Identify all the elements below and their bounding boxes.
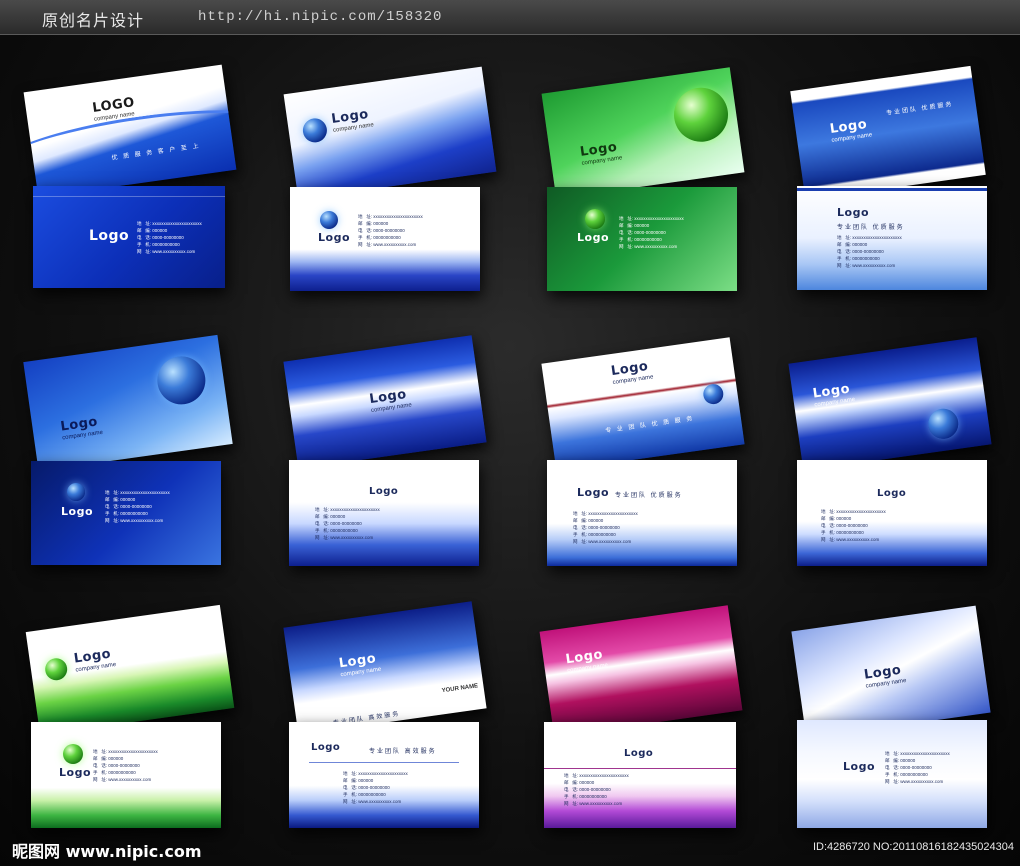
card-back: Logo 地 址: xxxxxxxxxxxxxxxxxxxxxx 邮 编: 00… bbox=[290, 187, 480, 291]
logo-text: Logo bbox=[843, 760, 875, 773]
card-front: Logo company name YOUR NAME 专业团队 高效服务 bbox=[283, 601, 487, 735]
card-front: Logo company name 专 业 团 队 优 质 服 务 bbox=[541, 337, 745, 471]
site-watermark: 昵图网 www.nipic.com bbox=[12, 842, 202, 861]
logo-text: Logo bbox=[877, 488, 907, 499]
logo-text: Logo bbox=[59, 766, 91, 779]
slogan: 专 业 团 队 优 质 服 务 bbox=[605, 416, 695, 435]
contact-info: 地 址: xxxxxxxxxxxxxxxxxxxxxx 邮 编: 000000 … bbox=[93, 749, 158, 782]
globe-icon bbox=[43, 656, 69, 682]
card-front: Logo company name bbox=[539, 605, 743, 737]
slogan: 专业团队 优质服务 bbox=[615, 493, 683, 499]
card-back: Logo 地 址: xxxxxxxxxxxxxxxxxxxxxx 邮 编: 00… bbox=[544, 722, 736, 828]
logo-text: Logo bbox=[369, 486, 399, 497]
contact-info: 地 址: xxxxxxxxxxxxxxxxxxxxxx 邮 编: 000000 … bbox=[885, 751, 950, 784]
logo-text: Logo bbox=[311, 742, 341, 753]
your-name: YOUR NAME bbox=[441, 683, 479, 695]
logo-text: Logo bbox=[61, 505, 93, 518]
page-title: 原创名片设计 bbox=[42, 11, 145, 30]
card-back: Logo 专业团队 优质服务 地 址: xxxxxxxxxxxxxxxxxxxx… bbox=[797, 186, 987, 290]
top-bar: 原创名片设计 http://hi.nipic.com/158320 bbox=[0, 0, 1020, 35]
card-front: Logo company name bbox=[788, 337, 992, 471]
contact-info: 地 址: xxxxxxxxxxxxxxxxxxxxxx 邮 编: 000000 … bbox=[358, 214, 423, 247]
decor-line bbox=[544, 768, 736, 769]
logo-text: Logo bbox=[837, 206, 869, 219]
decor-line bbox=[309, 762, 459, 763]
card-back: Logo 地 址: xxxxxxxxxxxxxxxxxxxxxx 邮 编: 00… bbox=[31, 461, 221, 565]
card-back: Logo 专业团队 优质服务 地 址: xxxxxxxxxxxxxxxxxxxx… bbox=[547, 460, 737, 566]
globe-icon bbox=[301, 116, 329, 144]
card-back: Logo 地 址: xxxxxxxxxxxxxxxxxxxxxx 邮 编: 00… bbox=[547, 187, 737, 291]
card-front: Logo company name bbox=[283, 66, 497, 200]
globe-icon bbox=[702, 382, 725, 406]
logo-text: Logo bbox=[577, 231, 609, 244]
card-back: Logo 地 址: xxxxxxxxxxxxxxxxxxxxxx 邮 编: 00… bbox=[33, 186, 225, 288]
card-front: Logo company name 专业团队 优质服务 bbox=[790, 65, 986, 201]
page-url: http://hi.nipic.com/158320 bbox=[198, 9, 443, 25]
globe-icon bbox=[63, 744, 83, 764]
card-front: Logo company name bbox=[23, 334, 233, 472]
contact-info: 地 址: xxxxxxxxxxxxxxxxxxxxxx 邮 编: 000000 … bbox=[315, 507, 380, 540]
card-front: Logo company name bbox=[791, 605, 991, 739]
globe-icon bbox=[926, 406, 961, 441]
contact-info: 地 址: xxxxxxxxxxxxxxxxxxxxxx 邮 编: 000000 … bbox=[343, 771, 408, 804]
contact-info: 地 址: xxxxxxxxxxxxxxxxxxxxxx 邮 编: 000000 … bbox=[619, 216, 684, 249]
card-front: Logo company name bbox=[541, 67, 745, 199]
globe-icon bbox=[585, 209, 605, 229]
decor-line bbox=[797, 188, 987, 191]
card-back: Logo 地 址: xxxxxxxxxxxxxxxxxxxxxx 邮 编: 00… bbox=[289, 460, 479, 566]
image-id: ID:4286720 NO:20110816182435024304 bbox=[812, 841, 1014, 853]
card-back: Logo 地 址: xxxxxxxxxxxxxxxxxxxxxx 邮 编: 00… bbox=[797, 460, 987, 566]
slogan: 专业团队 优质服务 bbox=[885, 101, 954, 118]
contact-info: 地 址: xxxxxxxxxxxxxxxxxxxxxx 邮 编: 000000 … bbox=[821, 509, 886, 542]
card-back: Logo 地 址: xxxxxxxxxxxxxxxxxxxxxx 邮 编: 00… bbox=[31, 722, 221, 828]
decor-line bbox=[33, 196, 225, 197]
globe-icon bbox=[67, 483, 85, 501]
contact-info: 地 址: xxxxxxxxxxxxxxxxxxxxxx 邮 编: 000000 … bbox=[564, 773, 629, 806]
card-back: Logo 地 址: xxxxxxxxxxxxxxxxxxxxxx 邮 编: 00… bbox=[797, 720, 987, 828]
logo-text: Logo bbox=[318, 231, 350, 244]
globe-icon bbox=[670, 84, 732, 146]
contact-info: 地 址: xxxxxxxxxxxxxxxxxxxxxx 邮 编: 000000 … bbox=[573, 511, 638, 544]
card-front: LOGO company name 优 质 服 务 客 户 至 上 bbox=[23, 64, 237, 198]
card-front: Logo company name bbox=[283, 335, 487, 469]
card-back: Logo 专业团队 高效服务 地 址: xxxxxxxxxxxxxxxxxxxx… bbox=[289, 722, 479, 828]
logo-text: Logo bbox=[89, 228, 130, 244]
card-front: Logo company name bbox=[25, 604, 235, 736]
contact-info: 地 址: xxxxxxxxxxxxxxxxxxxxxx 邮 编: 000000 … bbox=[837, 235, 902, 268]
slogan: 专业团队 优质服务 bbox=[837, 225, 905, 231]
contact-info: 地 址: xxxxxxxxxxxxxxxxxxxxxx 邮 编: 000000 … bbox=[105, 490, 170, 523]
logo-text: Logo bbox=[624, 748, 654, 759]
slogan: 专业团队 高效服务 bbox=[369, 749, 437, 755]
contact-info: 地 址: xxxxxxxxxxxxxxxxxxxxxx 邮 编: 000000 … bbox=[137, 221, 202, 254]
globe-icon bbox=[320, 211, 338, 229]
globe-icon bbox=[154, 353, 209, 408]
logo-text: Logo bbox=[577, 486, 609, 499]
